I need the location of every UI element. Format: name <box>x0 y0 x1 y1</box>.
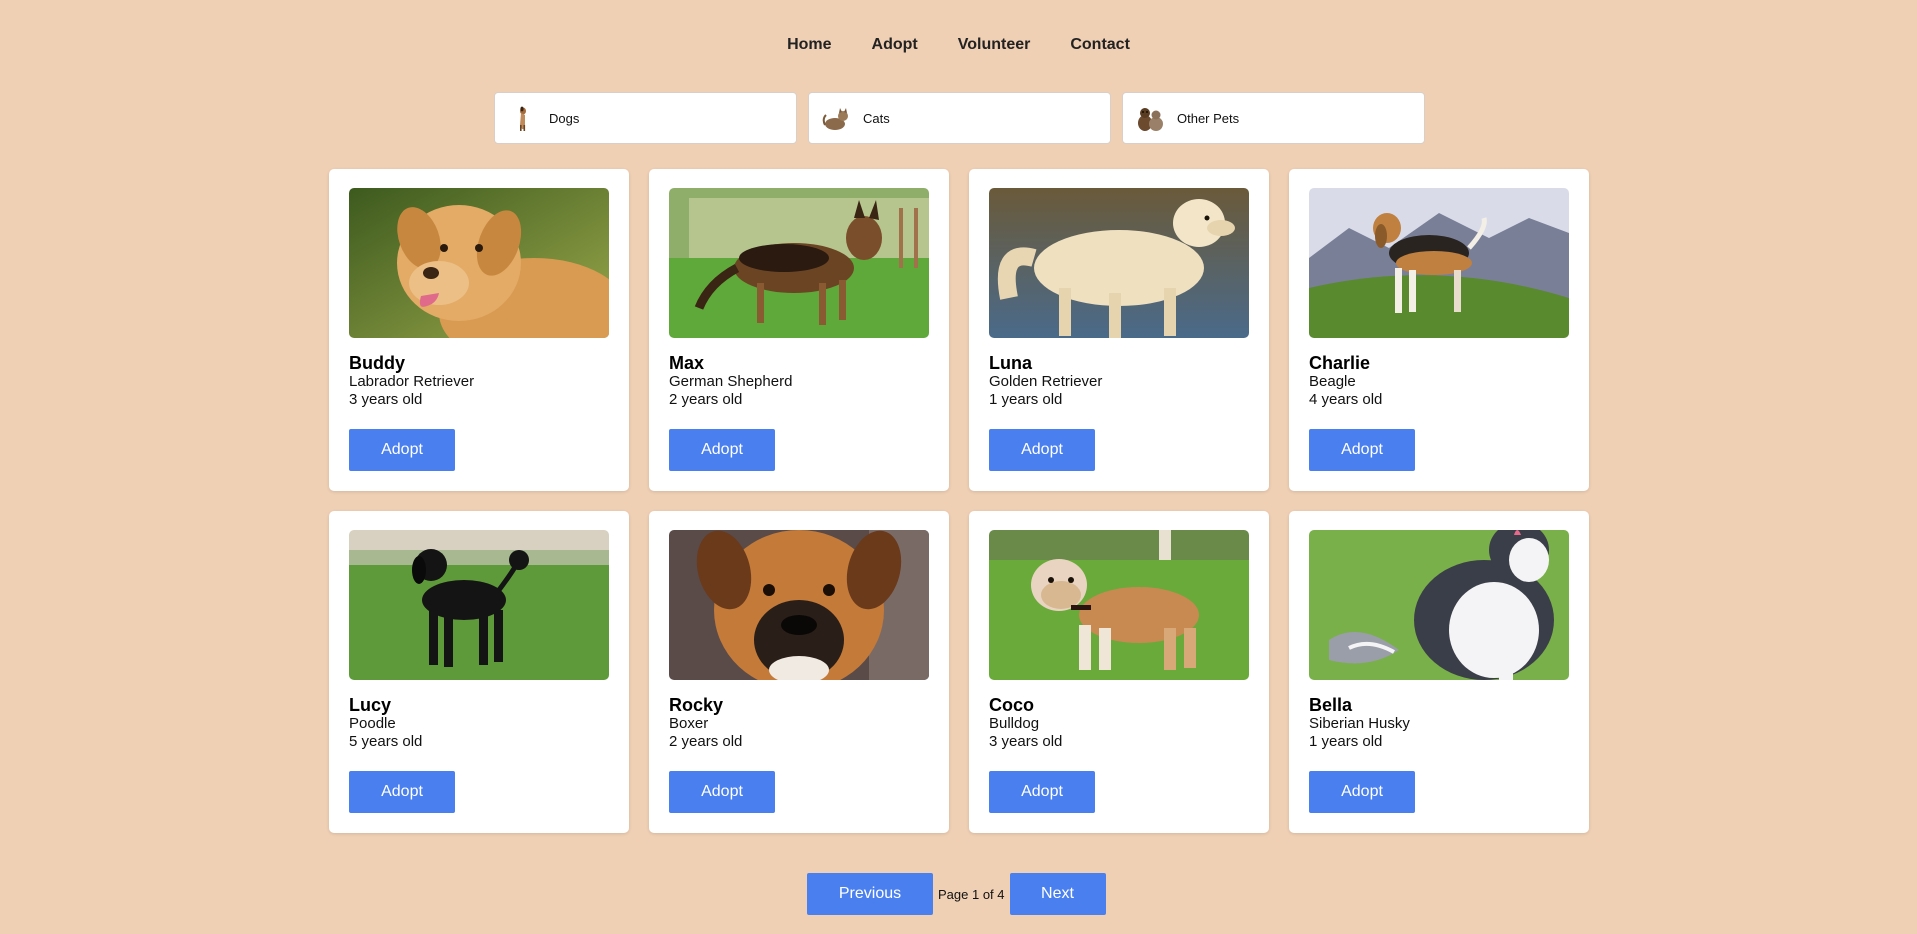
category-cats-label: Cats <box>863 110 890 126</box>
pet-name: Lucy <box>349 695 392 715</box>
pet-age: 3 years old <box>349 391 423 408</box>
cat-icon <box>821 103 851 133</box>
previous-button[interactable]: Previous <box>807 873 933 915</box>
pet-name: Luna <box>989 353 1032 373</box>
pet-name: Coco <box>989 695 1034 715</box>
pet-card: Bella Siberian Husky 1 years old Adopt <box>1289 511 1589 833</box>
pet-breed: Golden Retriever <box>989 373 1103 390</box>
adopt-button[interactable]: Adopt <box>989 771 1095 813</box>
category-other-pets[interactable]: Other Pets <box>1122 92 1425 144</box>
pet-breed: Beagle <box>1309 373 1356 390</box>
pet-grid: Buddy Labrador Retriever 3 years old Ado… <box>329 169 1589 833</box>
pet-age: 1 years old <box>1309 733 1383 750</box>
pagination: Previous Page 1 of 4 Next <box>807 873 1106 915</box>
pet-breed: Labrador Retriever <box>349 373 475 390</box>
adopt-button[interactable]: Adopt <box>669 429 775 471</box>
dog-icon <box>507 103 537 133</box>
adopt-button[interactable]: Adopt <box>1309 771 1415 813</box>
category-cats[interactable]: Cats <box>808 92 1111 144</box>
pet-name: Buddy <box>349 353 405 373</box>
adopt-button[interactable]: Adopt <box>1309 429 1415 471</box>
category-other-pets-label: Other Pets <box>1177 110 1240 126</box>
labrador-photo <box>349 188 609 338</box>
pet-card: Coco Bulldog 3 years old Adopt <box>969 511 1269 833</box>
adopt-button[interactable]: Adopt <box>349 429 455 471</box>
pet-breed: Poodle <box>349 715 396 732</box>
pet-card: Charlie Beagle 4 years old Adopt <box>1289 169 1589 491</box>
pet-name: Bella <box>1309 695 1353 715</box>
adopt-button[interactable]: Adopt <box>669 771 775 813</box>
adopt-button[interactable]: Adopt <box>989 429 1095 471</box>
pet-card: Buddy Labrador Retriever 3 years old Ado… <box>329 169 629 491</box>
page-indicator: Page 1 of 4 <box>938 886 1005 902</box>
adopt-button[interactable]: Adopt <box>349 771 455 813</box>
pet-age: 1 years old <box>989 391 1063 408</box>
pet-name: Max <box>669 353 705 373</box>
golden-retriever-photo <box>989 188 1249 338</box>
category-dogs-label: Dogs <box>549 110 580 126</box>
pet-card: Lucy Poodle 5 years old Adopt <box>329 511 629 833</box>
pet-breed: Bulldog <box>989 715 1040 732</box>
poodle-photo <box>349 530 609 680</box>
bulldog-photo <box>989 530 1249 680</box>
husky-photo <box>1309 530 1569 680</box>
pet-card: Luna Golden Retriever 1 years old Adopt <box>969 169 1269 491</box>
pet-age: 2 years old <box>669 733 743 750</box>
nav-volunteer-link[interactable]: Volunteer <box>958 32 1031 58</box>
nav-contact-link[interactable]: Contact <box>1070 32 1130 58</box>
category-dogs[interactable]: Dogs <box>494 92 797 144</box>
pet-age: 5 years old <box>349 733 423 750</box>
pet-breed: Siberian Husky <box>1309 715 1410 732</box>
main-nav: Home Adopt Volunteer Contact <box>0 32 1917 58</box>
german-shepherd-photo <box>669 188 929 338</box>
pet-age: 2 years old <box>669 391 743 408</box>
nav-adopt-link[interactable]: Adopt <box>872 32 918 58</box>
nav-home-link[interactable]: Home <box>787 32 831 58</box>
beagle-photo <box>1309 188 1569 338</box>
category-filter: Dogs Cats Other Pets <box>494 92 1425 144</box>
pet-card: Max German Shepherd 2 years old Adopt <box>649 169 949 491</box>
pet-card: Rocky Boxer 2 years old Adopt <box>649 511 949 833</box>
next-button[interactable]: Next <box>1009 873 1106 915</box>
pet-age: 4 years old <box>1309 391 1383 408</box>
other-pets-icon <box>1135 103 1165 133</box>
pet-breed: German Shepherd <box>669 373 793 390</box>
pet-age: 3 years old <box>989 733 1063 750</box>
pet-name: Rocky <box>669 695 724 715</box>
pet-name: Charlie <box>1309 353 1371 373</box>
boxer-photo <box>669 530 929 680</box>
pet-breed: Boxer <box>669 715 709 732</box>
